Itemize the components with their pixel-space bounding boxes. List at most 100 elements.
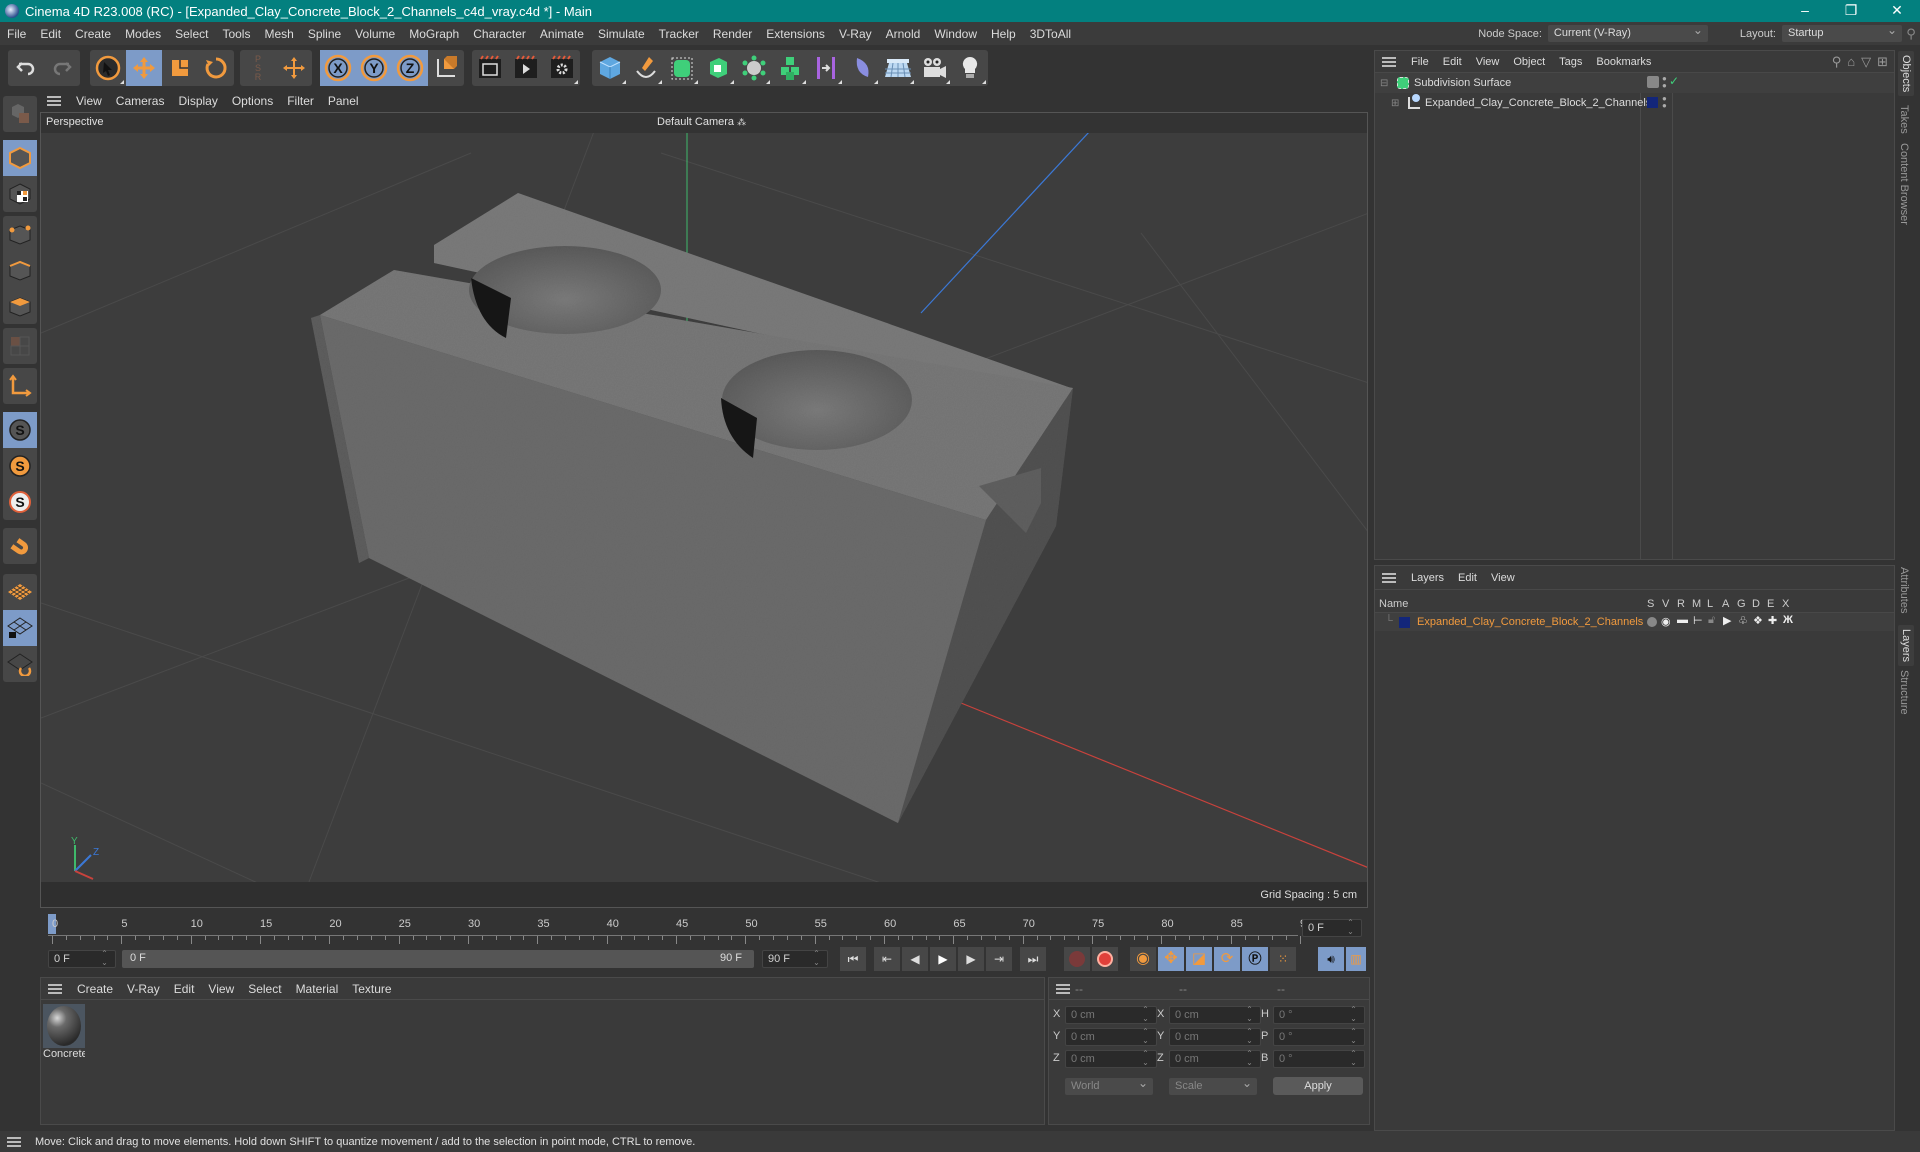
object-row[interactable]: ⊞ Expanded_Clay_Concrete_Block_2_Channel… bbox=[1375, 93, 1894, 113]
solo-single-button[interactable]: S bbox=[3, 448, 37, 484]
edit-toggle-icon[interactable] bbox=[1647, 76, 1659, 88]
key-rotation-button[interactable]: ⟳ bbox=[1214, 947, 1240, 971]
search-icon[interactable]: ⚲ bbox=[1902, 26, 1920, 42]
layer-column-r[interactable]: R bbox=[1677, 598, 1685, 610]
camera-button[interactable] bbox=[916, 50, 952, 86]
menu-arnold[interactable]: Arnold bbox=[879, 27, 928, 41]
menu-render[interactable]: Render bbox=[706, 27, 759, 41]
goto-start-button[interactable]: ⏮ bbox=[840, 947, 866, 971]
menu-volume[interactable]: Volume bbox=[348, 27, 402, 41]
material-menu-view[interactable]: View bbox=[201, 982, 241, 996]
layer-menu-view[interactable]: View bbox=[1484, 572, 1522, 584]
tab-layers[interactable]: Layers bbox=[1898, 625, 1914, 667]
3d-viewport[interactable]: Perspective Default Camera ⁂ ✥ ⇩ ⟳ ▣ bbox=[40, 112, 1368, 908]
material-menu-material[interactable]: Material bbox=[289, 982, 346, 996]
play-button[interactable]: ▶ bbox=[930, 947, 956, 971]
menu-create[interactable]: Create bbox=[68, 27, 118, 41]
solo-dot-icon[interactable] bbox=[1647, 617, 1657, 627]
deformers-icon[interactable]: ❖ bbox=[1753, 614, 1763, 627]
start-frame-field[interactable]: 0 F bbox=[48, 949, 116, 968]
tab-content-browser[interactable]: Content Browser bbox=[1898, 143, 1910, 225]
object-menu-icon[interactable] bbox=[1382, 56, 1396, 67]
keyframe-selection-button[interactable]: ◉ bbox=[1130, 947, 1156, 971]
menu-simulate[interactable]: Simulate bbox=[591, 27, 652, 41]
layer-column-e[interactable]: E bbox=[1767, 598, 1774, 610]
end-frame-field[interactable]: 90 F bbox=[762, 949, 828, 968]
minimize-button[interactable]: – bbox=[1782, 0, 1828, 22]
layer-column-x[interactable]: X bbox=[1782, 598, 1789, 610]
status-menu-icon[interactable] bbox=[7, 1136, 21, 1147]
material-menu-edit[interactable]: Edit bbox=[167, 982, 202, 996]
layout-dropdown[interactable]: Startup bbox=[1782, 22, 1902, 42]
position-field[interactable]: 0 cm bbox=[1065, 1027, 1157, 1046]
subdivision-button[interactable] bbox=[664, 50, 700, 86]
viewport-menu-filter[interactable]: Filter bbox=[280, 94, 321, 108]
viewport-menu-display[interactable]: Display bbox=[171, 94, 224, 108]
size-field[interactable]: 0 cm bbox=[1169, 1049, 1261, 1068]
rotation-field[interactable]: 0 ° bbox=[1273, 1005, 1365, 1024]
object-menu-edit[interactable]: Edit bbox=[1436, 56, 1469, 68]
size-field[interactable]: 0 cm bbox=[1169, 1027, 1261, 1046]
menu-vray[interactable]: V-Ray bbox=[832, 27, 879, 41]
menu-file[interactable]: File bbox=[0, 27, 33, 41]
material-menu-icon[interactable] bbox=[48, 983, 62, 994]
menu-tracker[interactable]: Tracker bbox=[652, 27, 706, 41]
material-menu-select[interactable]: Select bbox=[241, 982, 288, 996]
animation-play-icon[interactable]: ▶ bbox=[1723, 614, 1731, 627]
model-mode-button[interactable] bbox=[3, 140, 37, 176]
visibility-dots-icon[interactable]: ● ● bbox=[1662, 95, 1667, 110]
manager-hierarchy-icon[interactable]: ⊢ bbox=[1693, 614, 1703, 627]
workplane-sync-button[interactable] bbox=[3, 646, 37, 682]
menu-animate[interactable]: Animate bbox=[533, 27, 591, 41]
menu-modes[interactable]: Modes bbox=[118, 27, 168, 41]
material-item[interactable]: Concrete bbox=[43, 1004, 87, 1060]
generators-icon[interactable]: ♧ bbox=[1738, 614, 1748, 627]
menu-spline[interactable]: Spline bbox=[301, 27, 348, 41]
layer-column-a[interactable]: A bbox=[1722, 598, 1729, 610]
polygons-mode-button[interactable] bbox=[3, 288, 37, 324]
rotate-tool-button[interactable] bbox=[198, 50, 234, 86]
layer-menu-layers[interactable]: Layers bbox=[1404, 572, 1451, 584]
deformer-button[interactable] bbox=[844, 50, 880, 86]
rotation-field[interactable]: 0 ° bbox=[1273, 1027, 1365, 1046]
world-move-button[interactable] bbox=[276, 50, 312, 86]
camera-label[interactable]: Default Camera ⁂ bbox=[657, 116, 746, 128]
cloner-button[interactable] bbox=[736, 50, 772, 86]
position-field[interactable]: 0 cm bbox=[1065, 1049, 1157, 1068]
object-menu-tags[interactable]: Tags bbox=[1552, 56, 1589, 68]
snap-button[interactable] bbox=[3, 528, 37, 564]
tab-attributes[interactable]: Attributes bbox=[1898, 567, 1910, 613]
prev-key-button[interactable]: ⇤ bbox=[874, 947, 900, 971]
layer-column-s[interactable]: S bbox=[1647, 598, 1654, 610]
enabled-check-icon[interactable]: ✓ bbox=[1669, 74, 1679, 88]
xref-icon[interactable]: Ж bbox=[1783, 614, 1793, 626]
menu-character[interactable]: Character bbox=[466, 27, 533, 41]
points-mode-button[interactable] bbox=[3, 216, 37, 252]
psr-button[interactable]: PSR bbox=[240, 50, 276, 86]
collapse-icon[interactable]: ⊟ bbox=[1380, 78, 1392, 89]
render-settings-button[interactable] bbox=[544, 50, 580, 86]
layer-column-m[interactable]: M bbox=[1692, 598, 1701, 610]
layer-menu-icon[interactable] bbox=[1382, 572, 1396, 583]
cube-button[interactable] bbox=[592, 50, 628, 86]
size-field[interactable]: 0 cm bbox=[1169, 1005, 1261, 1024]
y-axis-button[interactable]: Y bbox=[356, 50, 392, 86]
tab-takes[interactable]: Takes bbox=[1898, 105, 1910, 134]
axis-mode-button[interactable] bbox=[3, 368, 37, 404]
render-view-button[interactable] bbox=[472, 50, 508, 86]
layer-column-l[interactable]: L bbox=[1707, 598, 1713, 610]
expand-icon[interactable]: ⊞ bbox=[1391, 98, 1403, 109]
position-field[interactable]: 0 cm bbox=[1065, 1005, 1157, 1024]
new-view-icon[interactable]: ⊞ bbox=[1877, 54, 1888, 70]
filter-icon[interactable]: ▽ bbox=[1861, 54, 1871, 70]
texture-mode-button[interactable] bbox=[3, 176, 37, 212]
key-scale-button[interactable]: ◪ bbox=[1186, 947, 1212, 971]
menu-mesh[interactable]: Mesh bbox=[257, 27, 300, 41]
close-button[interactable]: ✕ bbox=[1874, 0, 1920, 22]
pen-spline-button[interactable] bbox=[628, 50, 664, 86]
menu-window[interactable]: Window bbox=[927, 27, 984, 41]
material-menu-vray[interactable]: V-Ray bbox=[120, 982, 167, 996]
symmetry-button[interactable] bbox=[808, 50, 844, 86]
solo-hierarchy-button[interactable]: S bbox=[3, 484, 37, 520]
search-icon[interactable]: ⚲ bbox=[1832, 54, 1842, 70]
